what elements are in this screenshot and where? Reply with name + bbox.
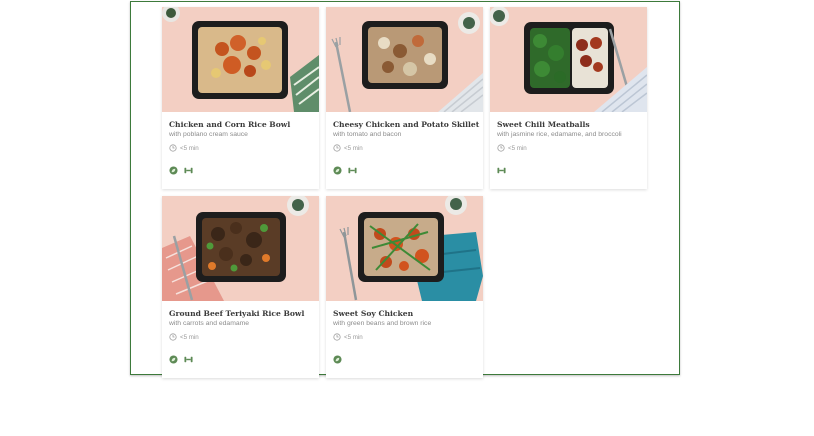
meal-card[interactable]: Chicken and Corn Rice Bowl with poblano … xyxy=(162,7,319,189)
diet-badges xyxy=(333,355,342,364)
meal-title: Chicken and Corn Rice Bowl xyxy=(169,120,291,129)
meal-title: Cheesy Chicken and Potato Skillet xyxy=(333,120,480,129)
meal-photo xyxy=(162,7,319,112)
diet-badges xyxy=(333,166,357,175)
meal-photo xyxy=(490,7,647,112)
prep-time: <5 min xyxy=(333,333,363,341)
meal-subtitle: with green beans and brown rice xyxy=(333,320,432,327)
leaf-icon xyxy=(169,166,178,175)
clock-icon xyxy=(169,333,177,341)
meal-photo xyxy=(326,196,483,301)
meal-card[interactable]: Ground Beef Teriyaki Rice Bowl with carr… xyxy=(162,196,319,378)
diet-badges xyxy=(169,166,193,175)
prep-time: <5 min xyxy=(169,333,199,341)
clock-icon xyxy=(333,144,341,152)
prep-time: <5 min xyxy=(169,144,199,152)
prep-time-label: <5 min xyxy=(180,333,199,341)
prep-time-label: <5 min xyxy=(180,144,199,152)
dumbbell-icon xyxy=(497,167,506,174)
diet-badges xyxy=(169,355,193,364)
meal-photo xyxy=(162,196,319,301)
leaf-icon xyxy=(333,355,342,364)
clock-icon xyxy=(333,333,341,341)
dumbbell-icon xyxy=(348,167,357,174)
meal-subtitle: with poblano cream sauce xyxy=(169,131,248,138)
meal-grid-frame: Chicken and Corn Rice Bowl with poblano … xyxy=(130,1,680,378)
clock-icon xyxy=(169,144,177,152)
diet-badges xyxy=(497,166,506,175)
meal-title: Sweet Soy Chicken xyxy=(333,309,414,318)
prep-time-label: <5 min xyxy=(344,144,363,152)
dumbbell-icon xyxy=(184,356,193,363)
prep-time-label: <5 min xyxy=(508,144,527,152)
clock-icon xyxy=(497,144,505,152)
meal-subtitle: with jasmine rice, edamame, and broccoli xyxy=(497,131,622,138)
prep-time: <5 min xyxy=(333,144,363,152)
meal-card[interactable]: Sweet Chili Meatballs with jasmine rice,… xyxy=(490,7,647,189)
prep-time-label: <5 min xyxy=(344,333,363,341)
leaf-icon xyxy=(169,355,178,364)
meal-subtitle: with tomato and bacon xyxy=(333,131,402,138)
meal-title: Ground Beef Teriyaki Rice Bowl xyxy=(169,309,305,318)
meal-subtitle: with carrots and edamame xyxy=(169,320,250,327)
dumbbell-icon xyxy=(184,167,193,174)
leaf-icon xyxy=(333,166,342,175)
meal-photo xyxy=(326,7,483,112)
meal-card[interactable]: Sweet Soy Chicken with green beans and b… xyxy=(326,196,483,378)
prep-time: <5 min xyxy=(497,144,527,152)
meal-title: Sweet Chili Meatballs xyxy=(497,120,590,129)
meal-card[interactable]: Cheesy Chicken and Potato Skillet with t… xyxy=(326,7,483,189)
